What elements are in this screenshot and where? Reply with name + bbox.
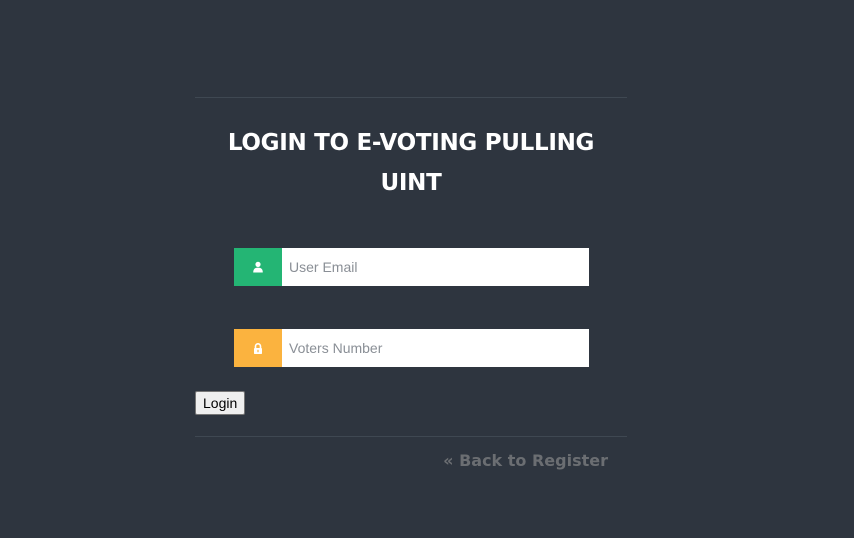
email-field-group [234, 248, 589, 286]
login-button[interactable]: Login [195, 391, 246, 415]
top-divider [195, 97, 627, 98]
page-title: LOGIN TO E-VOTING PULLING UINT [227, 130, 595, 196]
back-to-register-link[interactable]: « Back to Register [443, 450, 608, 472]
login-page: LOGIN TO E-VOTING PULLING UINT Login « B… [0, 0, 854, 538]
email-field[interactable] [282, 248, 589, 286]
lock-icon [234, 329, 282, 367]
user-icon [234, 248, 282, 286]
voters-number-field[interactable] [282, 329, 589, 367]
voter-field-group [234, 329, 589, 367]
bottom-divider [195, 436, 627, 437]
